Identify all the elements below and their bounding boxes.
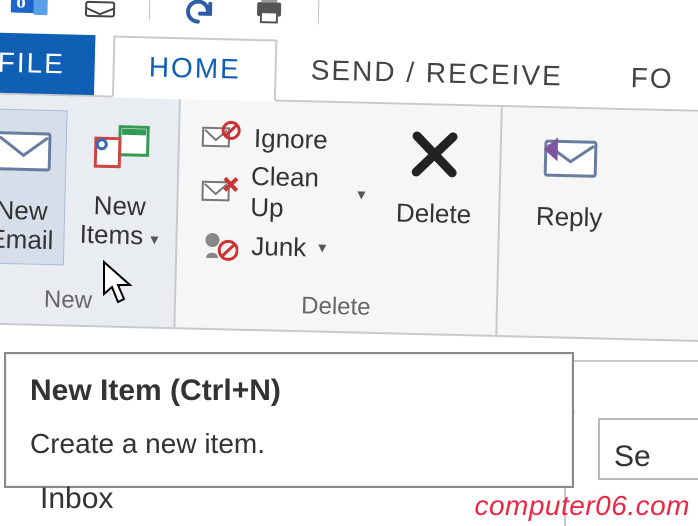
group-respond: Reply <box>497 107 698 341</box>
chevron-down-icon: ▾ <box>150 231 158 248</box>
outlook-icon: o <box>9 0 52 24</box>
reply-icon <box>515 121 627 194</box>
tab-send-receive[interactable]: SEND / RECEIVE <box>276 40 597 108</box>
search-placeholder: Se <box>614 440 651 474</box>
delete-label: Delete <box>383 198 485 229</box>
ignore-icon <box>200 118 243 157</box>
chevron-down-icon: ▾ <box>357 185 366 205</box>
reply-label: Reply <box>514 201 625 232</box>
group-new-caption: New <box>0 278 174 327</box>
new-items-label: New Items ▾ <box>76 191 162 250</box>
delete-icon <box>384 118 487 190</box>
new-email-button[interactable]: New Email <box>0 108 68 265</box>
cleanup-button[interactable]: Clean Up ▾ <box>192 168 372 218</box>
svg-text:o: o <box>16 0 26 13</box>
tooltip-body: Create a new item. <box>30 428 548 460</box>
separator <box>149 0 151 20</box>
tooltip-title: New Item (Ctrl+N) <box>30 374 548 408</box>
delete-button[interactable]: Delete <box>383 118 487 229</box>
cleanup-label: Clean Up <box>250 161 346 225</box>
tab-home[interactable]: HOME <box>112 36 277 102</box>
new-items-button[interactable]: New Items ▾ <box>76 111 164 250</box>
separator <box>318 0 320 25</box>
cleanup-icon <box>198 172 239 211</box>
new-items-icon <box>78 111 165 183</box>
group-delete: Ignore Clean Up ▾ <box>175 99 502 335</box>
junk-label: Junk <box>251 230 307 262</box>
junk-button[interactable]: Junk ▾ <box>191 221 371 271</box>
tooltip: New Item (Ctrl+N) Create a new item. <box>4 352 574 488</box>
undo-icon[interactable] <box>178 0 221 28</box>
junk-icon <box>197 226 240 265</box>
chevron-down-icon: ▾ <box>318 238 327 258</box>
nav-inbox[interactable]: Inbox <box>40 482 113 516</box>
group-new: New Email New Items ▾ New <box>0 94 181 327</box>
print-icon[interactable] <box>248 0 291 30</box>
group-delete-caption: Delete <box>175 283 496 335</box>
tab-file[interactable]: FILE <box>0 32 96 95</box>
cursor-icon <box>100 260 138 313</box>
tab-folder[interactable]: FO <box>596 47 698 110</box>
ignore-label: Ignore <box>254 122 328 155</box>
reply-button[interactable]: Reply <box>514 121 627 232</box>
mail-icon <box>0 115 66 187</box>
new-email-label: New Email <box>0 195 64 254</box>
watermark: computer06.com <box>474 490 690 522</box>
send-receive-icon[interactable] <box>79 0 122 26</box>
ignore-button[interactable]: Ignore <box>193 114 373 164</box>
